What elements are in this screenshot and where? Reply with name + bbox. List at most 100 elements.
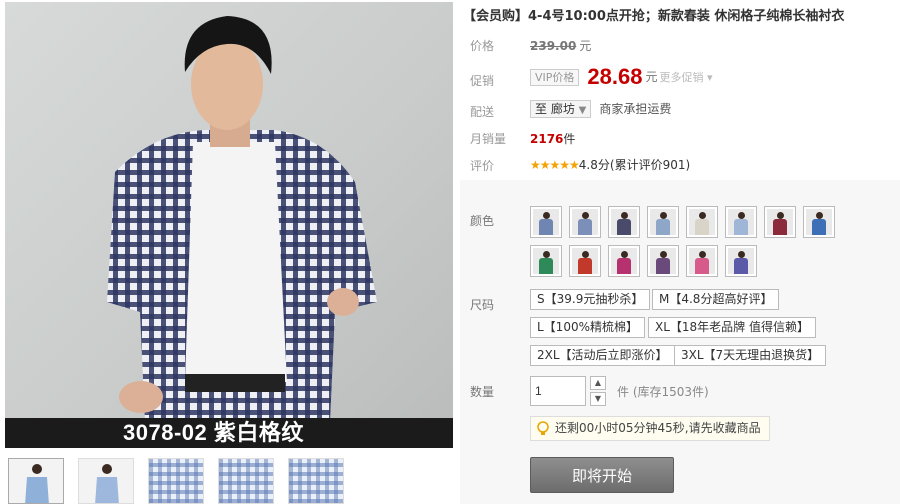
shirt-icon (656, 258, 670, 274)
color-swatch[interactable] (725, 206, 757, 238)
star-rating-icon: ★★★★★ (530, 158, 580, 172)
model-head-icon (738, 251, 745, 258)
shirt-icon (578, 219, 592, 235)
countdown-text: 还剩00小时05分钟45秒,请先收藏商品 (555, 421, 761, 435)
color-swatch[interactable] (764, 206, 796, 238)
product-title: 【会员购】4-4号10:00点开抢；新款春装 休闲格子纯棉长袖衬衣 (463, 9, 845, 24)
color-swatch[interactable] (569, 206, 601, 238)
caret-down-icon: ▼ (594, 394, 602, 403)
monthly-sales-count: 2176 (530, 132, 564, 146)
color-label: 颜色 (470, 214, 495, 228)
shirt-icon (578, 258, 592, 274)
shipping-note: 商家承担运费 (599, 102, 672, 116)
model-head-icon (543, 212, 550, 219)
shirt-icon (695, 219, 709, 235)
shipping-row: 至 廊坊 ▼ 商家承担运费 (530, 100, 671, 118)
chevron-down-icon: ▼ (578, 105, 587, 116)
color-swatch[interactable] (608, 206, 640, 238)
more-promo-label: 更多促销 (659, 71, 704, 84)
swatch-thumbnail (572, 248, 598, 274)
promo-price: 28.68 (587, 64, 643, 89)
shirt-icon (617, 258, 631, 274)
swatch-thumbnail (650, 248, 676, 274)
color-swatch[interactable] (803, 206, 835, 238)
swatch-thumbnail (728, 248, 754, 274)
more-promo-link[interactable]: 更多促销 ▾ (659, 71, 712, 84)
shipping-destination: 至 廊坊 (535, 102, 575, 116)
original-price: 239.00 (530, 39, 577, 53)
size-option-l[interactable]: L【100%精梳棉】 (530, 317, 645, 338)
color-swatch[interactable] (608, 245, 640, 277)
model-head-icon (621, 212, 628, 219)
thumbnail-model-icon (9, 459, 63, 503)
model-head-icon (816, 212, 823, 219)
swatch-thumbnail (650, 209, 676, 235)
shirt-icon (773, 219, 787, 235)
thumbnail-strip (8, 458, 344, 504)
swatch-thumbnail (728, 209, 754, 235)
model-head-icon (582, 251, 589, 258)
quantity-decrease-button[interactable]: ▼ (590, 392, 606, 406)
thumbnail-4[interactable] (218, 458, 274, 504)
model-head-icon (543, 251, 550, 258)
monthly-sales-unit: 件 (563, 132, 576, 146)
quantity-increase-button[interactable]: ▲ (590, 376, 606, 390)
color-swatch[interactable] (530, 245, 562, 277)
size-label: 尺码 (470, 298, 495, 312)
rating-score-text: 4.8分(累计评价901) (578, 158, 691, 172)
shirt-icon (539, 219, 553, 235)
model-head-icon (660, 212, 667, 219)
size-option-3xl[interactable]: 3XL【7天无理由退换货】 (674, 345, 827, 366)
model-head-icon (699, 251, 706, 258)
size-option-s[interactable]: S【39.9元抽秒杀】 (530, 289, 651, 310)
price-unit: 元 (579, 39, 592, 53)
model-photo (107, 16, 377, 422)
shipping-destination-select[interactable]: 至 廊坊 ▼ (530, 100, 592, 118)
swatch-thumbnail (611, 248, 637, 274)
thumbnail-3[interactable] (148, 458, 204, 504)
color-swatch[interactable] (686, 245, 718, 277)
model-head-icon (699, 212, 706, 219)
monthly-sales-row: 2176件 (530, 130, 575, 147)
rating-label: 评价 (470, 159, 495, 173)
image-caption: 3078-02 紫白格纹 (5, 418, 453, 448)
main-product-image[interactable]: 3078-02 紫白格纹 (5, 2, 453, 448)
coming-soon-button[interactable]: 即将开始 (530, 457, 674, 493)
price-label: 价格 (470, 39, 495, 53)
sku-panel: 颜色 尺码 S【39.9元抽秒杀】 M【4.8分超高好评】 L【100%精梳棉】… (460, 180, 900, 504)
promo-price-row: VIP价格 28.68 元更多促销 ▾ (530, 64, 713, 90)
original-price-row: 239.00 元 (530, 37, 591, 54)
size-option-xl[interactable]: XL【18年老品牌 值得信赖】 (648, 317, 816, 338)
model-head-icon (582, 212, 589, 219)
shirt-icon (617, 219, 631, 235)
thumbnail-model-icon (79, 459, 133, 503)
quantity-input[interactable] (530, 376, 586, 406)
chevron-down-icon: ▾ (706, 71, 713, 84)
color-swatch[interactable] (530, 206, 562, 238)
thumbnail-1[interactable] (8, 458, 64, 504)
size-option-2xl[interactable]: 2XL【活动后立即涨价】 (530, 345, 675, 366)
color-swatch[interactable] (725, 245, 757, 277)
swatch-thumbnail (572, 209, 598, 235)
lightbulb-icon (537, 421, 549, 435)
swatch-thumbnail (611, 209, 637, 235)
swatch-thumbnail (533, 209, 559, 235)
thumbnail-2[interactable] (78, 458, 134, 504)
shirt-icon (734, 219, 748, 235)
rating-row[interactable]: ★★★★★4.8分(累计评价901) (530, 156, 690, 173)
thumbnail-5[interactable] (288, 458, 344, 504)
shirt-icon (656, 219, 670, 235)
shirt-icon (812, 219, 826, 235)
color-swatch[interactable] (647, 206, 679, 238)
shirt-icon (695, 258, 709, 274)
monthly-sales-label: 月销量 (470, 132, 507, 146)
size-option-m[interactable]: M【4.8分超高好评】 (652, 289, 780, 310)
model-head-icon (621, 251, 628, 258)
quantity-label: 数量 (470, 385, 495, 399)
color-swatch[interactable] (686, 206, 718, 238)
swatch-thumbnail (689, 248, 715, 274)
swatch-thumbnail (806, 209, 832, 235)
color-swatch[interactable] (647, 245, 679, 277)
color-swatch[interactable] (569, 245, 601, 277)
swatch-thumbnail (533, 248, 559, 274)
